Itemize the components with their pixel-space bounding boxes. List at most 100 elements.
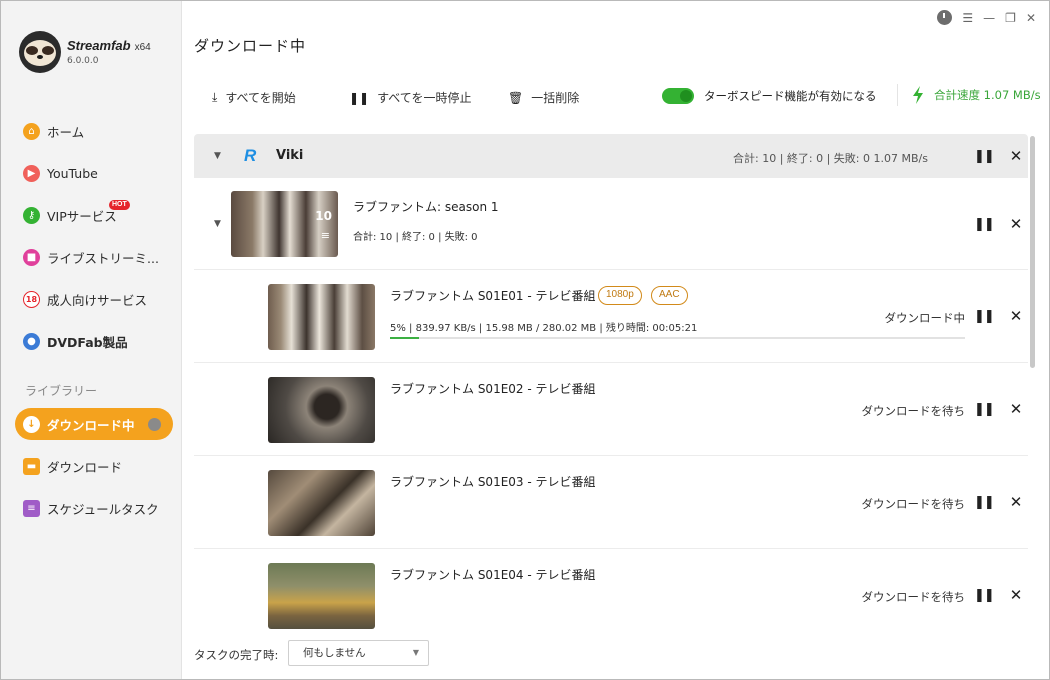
- pause-icon[interactable]: ❚❚: [974, 217, 995, 232]
- episode-title: ラブファントム S01E02 - テレビ番組: [390, 382, 596, 396]
- dvdfab-icon: ●: [23, 332, 40, 350]
- sidebar-item-label: 成人向けサービス: [47, 292, 148, 308]
- sidebar-item-label: VIPサービス: [47, 208, 117, 224]
- lightning-icon: [913, 86, 923, 104]
- toolbar-divider: [897, 84, 898, 106]
- sidebar-item-label: ライブストリーミ...: [47, 250, 159, 266]
- resolution-badge: 1080p: [598, 286, 642, 305]
- sidebar-item-label: YouTube: [47, 165, 98, 181]
- sidebar-item-livestream[interactable]: ■ ライブストリーミ...: [15, 241, 173, 273]
- group-controls: ❚❚ ✕: [974, 147, 1022, 165]
- sidebar-item-downloaded[interactable]: ▬ ダウンロード: [15, 450, 173, 482]
- sidebar-item-label: ダウンロード中: [47, 417, 135, 433]
- clock-icon[interactable]: [937, 10, 953, 25]
- download-start-icon: ⤓: [212, 90, 218, 104]
- status-text: ダウンロード中: [884, 311, 966, 325]
- season-thumbnail: 10 ≡: [231, 191, 338, 257]
- audio-badge: AAC: [651, 286, 688, 305]
- download-list: ▼ R Viki 合計: 10 | 終了: 0 | 失敗: 0 1.07 MB/…: [194, 134, 1028, 632]
- pause-icon[interactable]: ❚❚: [974, 588, 995, 603]
- progress-bar: [390, 337, 965, 339]
- season-row[interactable]: ▼ 10 ≡ ラブファントム: season 1 合計: 10 | 終了: 0 …: [194, 178, 1028, 270]
- status-text: ダウンロードを待ち: [861, 497, 966, 511]
- group-name: Viki: [276, 148, 304, 163]
- completion-select[interactable]: 何もしません ▼: [288, 640, 429, 666]
- episode-controls: ❚❚ ✕: [974, 586, 1022, 604]
- library-heading: ライブラリー: [25, 384, 98, 398]
- delete-all-button[interactable]: 🗑 一括削除: [508, 89, 579, 106]
- start-all-label: すべてを開始: [225, 91, 296, 105]
- close-icon[interactable]: ✕: [1010, 307, 1023, 325]
- episode-thumbnail: [268, 470, 375, 536]
- progress-text: 5% | 839.97 KB/s | 15.98 MB / 280.02 MB …: [390, 323, 698, 334]
- pause-icon[interactable]: ❚❚: [974, 149, 995, 164]
- sidebar-item-adult[interactable]: 18 成人向けサービス: [15, 283, 173, 315]
- completion-value: 何もしません: [303, 647, 366, 659]
- sidebar-item-youtube[interactable]: ▶ YouTube: [15, 157, 173, 189]
- menu-icon[interactable]: ☰: [962, 11, 973, 25]
- sidebar-item-label: ダウンロード: [47, 459, 123, 475]
- pause-all-button[interactable]: ❚❚ すべてを一時停止: [349, 89, 472, 106]
- delete-all-label: 一括削除: [531, 91, 580, 105]
- sidebar-item-vip[interactable]: ⚷ VIPサービス HOT: [15, 199, 173, 231]
- hot-badge: HOT: [109, 200, 130, 210]
- close-icon[interactable]: ✕: [1010, 147, 1023, 165]
- start-all-button[interactable]: ⤓ すべてを開始: [212, 89, 296, 106]
- app-name: Streamfab x64: [67, 38, 151, 53]
- sidebar-item-schedule[interactable]: ≡ スケジュールタスク: [15, 492, 173, 524]
- episode-title: ラブファントム S01E04 - テレビ番組: [390, 568, 596, 582]
- close-icon[interactable]: ✕: [1010, 215, 1023, 233]
- list-item[interactable]: ラブファントム S01E03 - テレビ番組 ダウンロードを待ち ❚❚ ✕: [194, 456, 1028, 549]
- close-icon[interactable]: ✕: [1010, 493, 1023, 511]
- pause-icon[interactable]: ❚❚: [974, 495, 995, 510]
- pause-icon[interactable]: ❚❚: [974, 402, 995, 417]
- collapse-caret-icon[interactable]: ▼: [214, 151, 221, 161]
- episode-thumbnail: [268, 284, 375, 350]
- turbo-speed-toggle[interactable]: [662, 88, 694, 104]
- sidebar-item-label: ホーム: [47, 124, 85, 140]
- list-item[interactable]: ラブファントム S01E02 - テレビ番組 ダウンロードを待ち ❚❚ ✕: [194, 363, 1028, 456]
- completion-label: タスクの完了時:: [194, 648, 279, 662]
- episode-controls: ❚❚ ✕: [974, 493, 1022, 511]
- playlist-icon: ≡: [320, 229, 330, 242]
- close-icon[interactable]: ✕: [1010, 400, 1023, 418]
- progress-fill: [390, 337, 419, 339]
- viki-logo-icon: R: [244, 146, 257, 165]
- app-arch: x64: [134, 42, 151, 53]
- episode-controls: ❚❚ ✕: [974, 400, 1022, 418]
- close-window-icon[interactable]: ✕: [1026, 11, 1036, 25]
- episode-thumbnail: [268, 377, 375, 443]
- home-icon: ⌂: [23, 122, 40, 140]
- list-item[interactable]: ラブファントム S01E04 - テレビ番組 ダウンロードを待ち ❚❚ ✕: [194, 549, 1028, 632]
- chevron-down-icon: ▼: [412, 648, 419, 657]
- close-icon[interactable]: ✕: [1010, 586, 1023, 604]
- pause-icon[interactable]: ❚❚: [974, 309, 995, 324]
- group-stats: 合計: 10 | 終了: 0 | 失敗: 0 1.07 MB/s: [733, 152, 928, 165]
- sidebar: Streamfab x64 6.0.0.0 ⌂ ホーム ▶ YouTube ⚷ V…: [1, 1, 182, 679]
- collapse-caret-icon[interactable]: ▼: [214, 219, 221, 229]
- restore-icon[interactable]: ❐: [1005, 11, 1016, 25]
- folder-icon: ▬: [23, 457, 40, 475]
- list-item[interactable]: ラブファントム S01E01 - テレビ番組 1080p AAC 5% | 83…: [194, 270, 1028, 363]
- streamfab-logo-icon: [19, 31, 61, 73]
- page-title: ダウンロード中: [194, 37, 307, 55]
- pause-all-label: すべてを一時停止: [377, 91, 472, 105]
- trash-icon: 🗑: [508, 90, 524, 105]
- scrollbar[interactable]: [1030, 136, 1035, 368]
- total-speed: 合計速度 1.07 MB/s: [912, 86, 1041, 104]
- group-header-viki[interactable]: ▼ R Viki 合計: 10 | 終了: 0 | 失敗: 0 1.07 MB/…: [194, 134, 1028, 178]
- episode-controls: ❚❚ ✕: [974, 307, 1022, 325]
- sidebar-item-dvdfab[interactable]: ● DVDFab製品: [15, 325, 173, 357]
- window-controls: ☰ — ❐ ✕: [937, 10, 1036, 25]
- video-camera-icon: ■: [23, 248, 40, 266]
- adult-18-icon: 18: [23, 290, 40, 308]
- season-stats: 合計: 10 | 終了: 0 | 失敗: 0: [353, 232, 478, 243]
- download-arrow-icon: ↓: [23, 415, 40, 433]
- sidebar-item-home[interactable]: ⌂ ホーム: [15, 115, 173, 147]
- minimize-icon[interactable]: —: [983, 11, 995, 25]
- sidebar-item-downloading[interactable]: ↓ ダウンロード中: [15, 408, 173, 440]
- episode-title: ラブファントム S01E03 - テレビ番組: [390, 475, 596, 489]
- season-title: ラブファントム: season 1: [353, 200, 499, 214]
- status-text: ダウンロードを待ち: [861, 590, 966, 604]
- schedule-list-icon: ≡: [23, 499, 40, 517]
